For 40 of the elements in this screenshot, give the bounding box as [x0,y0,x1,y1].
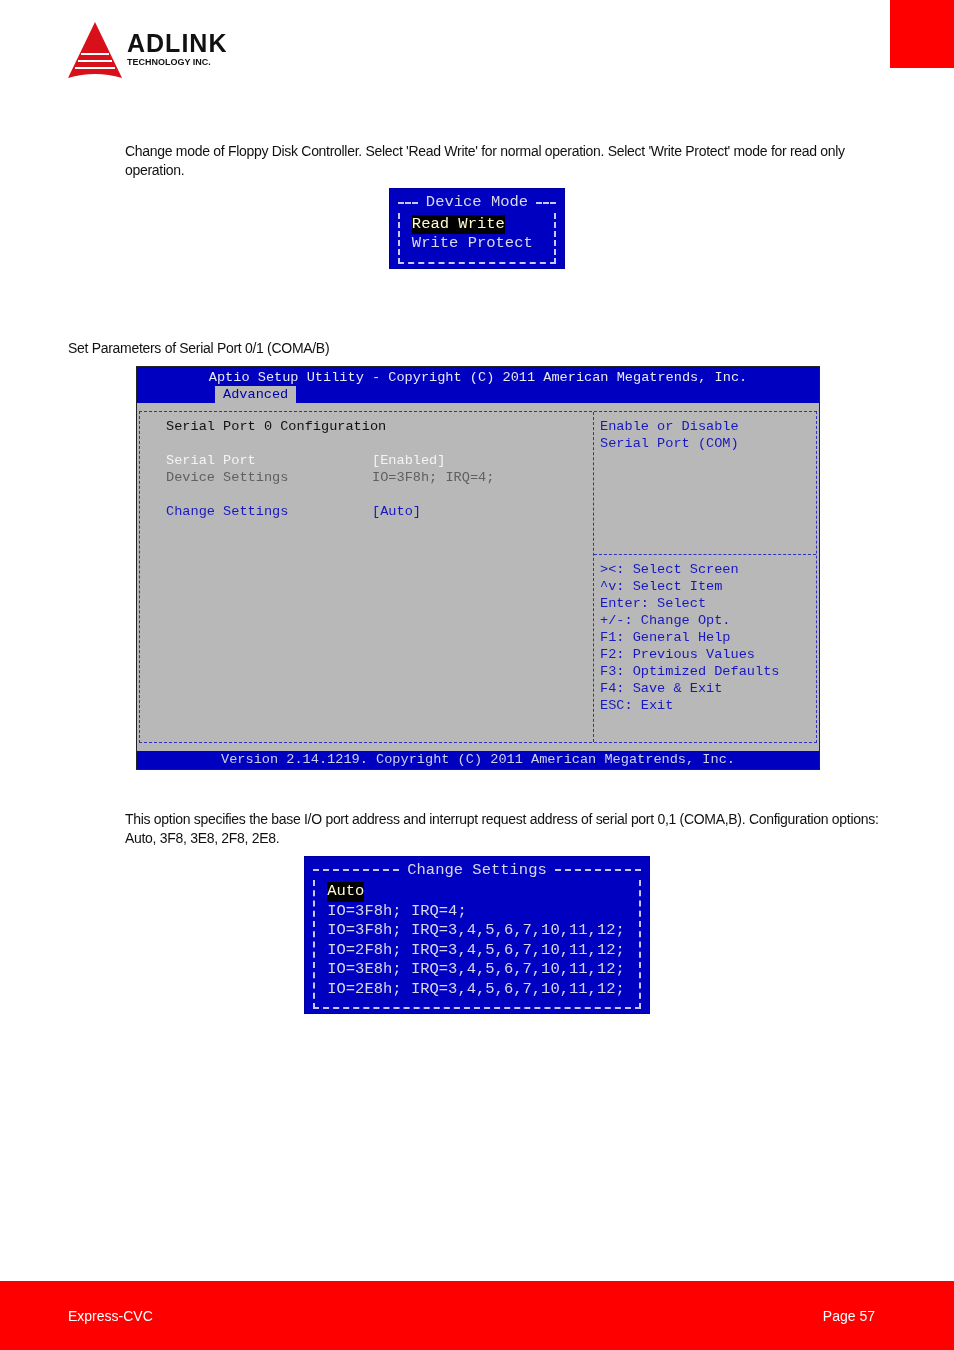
setting-label: Device Settings [166,468,289,486]
product-name: Express-CVC [68,1307,153,1324]
setting-label[interactable]: Change Settings [166,502,289,520]
popup-option[interactable]: IO=3E8h; IRQ=3,4,5,6,7,10,11,12; [327,960,625,980]
key-hint: Enter: Select [599,594,707,612]
description-text: Set Parameters of Serial Port 0/1 (COMA/B) [68,338,331,358]
setting-value: IO=3F8h; IRQ=4; [372,468,495,486]
popup-option[interactable]: IO=3F8h; IRQ=4; [327,901,467,921]
key-hint: F4: Save & Exit [599,679,723,697]
key-hint: F3: Optimized Defaults [599,662,780,680]
setting-label: Serial Port [166,451,256,469]
description-text: Change mode of Floppy Disk Controller. Select 'Read Write' for normal operation. Select 'Write Protect' mode for read only operation. [125,142,846,180]
setup-title: Aptio Setup Utility - Copyright (C) 2011 American Megatrends, Inc. [208,368,748,386]
corner-block [890,0,954,68]
logo-tagline: TECHNOLOGY INC. [127,56,212,68]
key-hint: ESC: Exit [599,696,674,714]
menu-tab[interactable]: Advanced [215,385,297,403]
popup-option[interactable]: Write Protect [411,234,533,254]
popup-option[interactable]: Auto [327,882,365,902]
popup-title: Device Mode [425,193,529,213]
popup-title: Change Settings [407,860,547,880]
key-hint: ^v: Select Item [599,577,723,595]
key-hint: +/-: Change Opt. [599,611,731,629]
version-text: Version 2.14.1219. Copyright (C) 2011 American Megatrends, Inc. [221,751,735,767]
key-hint: ><: Select Screen [599,560,739,578]
popup-option[interactable]: IO=2F8h; IRQ=3,4,5,6,7,10,11,12; [327,940,625,960]
key-hint: F2: Previous Values [599,645,755,663]
page-number: Page 57 [822,1307,875,1324]
setting-value[interactable]: [Auto] [372,502,421,520]
key-hint: F1: General Help [599,628,731,646]
popup-option[interactable]: IO=3F8h; IRQ=3,4,5,6,7,10,11,12; [327,921,625,941]
popup-option[interactable]: Read Write [411,214,505,234]
setting-value: [Enabled] [372,451,446,469]
page-heading: Serial Port 0 Configuration [166,417,387,435]
logo-icon [67,20,123,80]
help-text: Enable or Disable [599,417,739,435]
description-text: This option specifies the base I/O port address and interrupt request address of serial port 0,1 (COMA,B). Configuration options: Auto, 3F8, 3E8, 2F8, 2E8. [125,809,880,848]
help-text: Serial Port (COM) [599,434,739,452]
logo-name: ADLINK [127,30,228,56]
popup-option[interactable]: IO=2E8h; IRQ=3,4,5,6,7,10,11,12; [327,979,625,999]
